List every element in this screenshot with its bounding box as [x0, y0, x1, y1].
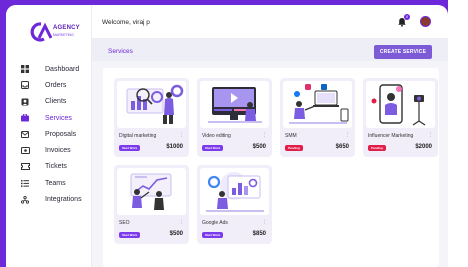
sidebar: AGENCY MARKETING Dashboard Orders Client…	[6, 5, 92, 267]
influencer-marketing-illustration	[366, 81, 435, 128]
service-card[interactable]: Video editing ⋮ Start Work $500	[197, 78, 272, 157]
services-icon	[20, 114, 30, 123]
sidebar-item-label: Teams	[45, 179, 66, 187]
more-menu-icon[interactable]: ⋮	[179, 219, 184, 225]
status-badge: Start Work	[119, 232, 141, 238]
brand-name: AGENCY	[53, 25, 80, 31]
card-name: Digital marketing	[119, 133, 157, 139]
card-price: $500	[252, 144, 266, 150]
sidebar-item-clients[interactable]: Clients	[20, 94, 90, 110]
smm-illustration	[283, 81, 352, 128]
top-header: Welcome, viraj p 0	[92, 5, 448, 39]
main-content: Services CREATE SERVICE Digital marketin…	[92, 39, 448, 267]
avatar[interactable]	[420, 16, 431, 27]
status-badge: Start Work	[202, 232, 224, 238]
sidebar-item-label: Orders	[45, 81, 67, 89]
sidebar-item-orders[interactable]: Orders	[20, 77, 90, 93]
sidebar-item-invoices[interactable]: Invoices	[20, 142, 90, 158]
sidebar-item-label: Clients	[45, 98, 67, 106]
more-menu-icon[interactable]: ⋮	[262, 219, 267, 225]
brand-logo[interactable]: AGENCY MARKETING	[30, 22, 90, 42]
sidebar-item-integrations[interactable]: Integrations	[20, 191, 90, 207]
notification-badge: 0	[404, 14, 410, 20]
sidebar-nav: Dashboard Orders Clients Services Propos…	[20, 61, 90, 208]
card-price: $500	[169, 231, 183, 237]
service-card[interactable]: Digital marketing ⋮ Start Work $1000	[114, 78, 189, 157]
card-price: $850	[252, 231, 266, 237]
integrations-icon	[20, 195, 30, 204]
sidebar-item-services[interactable]: Services	[20, 110, 90, 126]
card-price: $1000	[166, 144, 183, 150]
logo-mark-icon	[30, 22, 52, 42]
card-name: Google Ads	[202, 220, 228, 226]
service-card[interactable]: Google Ads ⋮ Start Work $850	[197, 165, 272, 244]
video-editing-illustration	[200, 81, 269, 128]
card-name: Influencer Marketing	[368, 133, 414, 139]
card-name: SMM	[285, 133, 297, 139]
person-icon	[20, 97, 30, 106]
sidebar-item-teams[interactable]: Teams	[20, 175, 90, 191]
brand-sub: MARKETING	[53, 33, 74, 37]
mail-icon	[20, 130, 30, 139]
page-edge	[448, 0, 468, 267]
page-title: Services	[108, 48, 133, 55]
more-menu-icon[interactable]: ⋮	[428, 132, 433, 138]
sidebar-item-label: Invoices	[45, 147, 71, 155]
ticket-icon	[20, 162, 30, 171]
sidebar-item-label: Integrations	[45, 196, 82, 204]
inbox-icon	[20, 81, 30, 90]
services-panel: Digital marketing ⋮ Start Work $1000 Vid…	[103, 68, 439, 267]
sidebar-item-dashboard[interactable]: Dashboard	[20, 61, 90, 77]
card-name: SEO	[119, 220, 130, 226]
digital-marketing-illustration	[117, 81, 186, 128]
sidebar-item-label: Tickets	[45, 163, 67, 171]
list-icon	[20, 179, 30, 188]
seo-illustration	[117, 168, 186, 215]
sidebar-item-proposals[interactable]: Proposals	[20, 126, 90, 142]
invoice-icon	[20, 146, 30, 155]
card-price: $650	[335, 144, 349, 150]
title-bar: Services CREATE SERVICE	[92, 39, 448, 61]
service-card[interactable]: SMM ⋮ Pending $650	[280, 78, 355, 157]
status-badge: Pending	[368, 145, 386, 151]
sidebar-item-tickets[interactable]: Tickets	[20, 159, 90, 175]
dashboard-icon	[20, 65, 30, 74]
status-badge: Start Work	[119, 145, 141, 151]
sidebar-item-label: Services	[45, 114, 72, 122]
more-menu-icon[interactable]: ⋮	[179, 132, 184, 138]
status-badge: Start Work	[202, 145, 224, 151]
welcome-text: Welcome, viraj p	[102, 19, 150, 26]
google-ads-illustration	[200, 168, 269, 215]
sidebar-item-label: Dashboard	[45, 65, 80, 73]
card-name: Video editing	[202, 133, 231, 139]
more-menu-icon[interactable]: ⋮	[262, 132, 267, 138]
card-price: $2000	[415, 144, 432, 150]
more-menu-icon[interactable]: ⋮	[345, 132, 350, 138]
service-card[interactable]: Influencer Marketing ⋮ Pending $2000	[363, 78, 438, 157]
sidebar-item-label: Proposals	[45, 130, 77, 138]
service-card[interactable]: SEO ⋮ Start Work $500	[114, 165, 189, 244]
status-badge: Pending	[285, 145, 303, 151]
app-window: AGENCY MARKETING Dashboard Orders Client…	[6, 5, 448, 267]
create-service-button[interactable]: CREATE SERVICE	[374, 45, 432, 59]
